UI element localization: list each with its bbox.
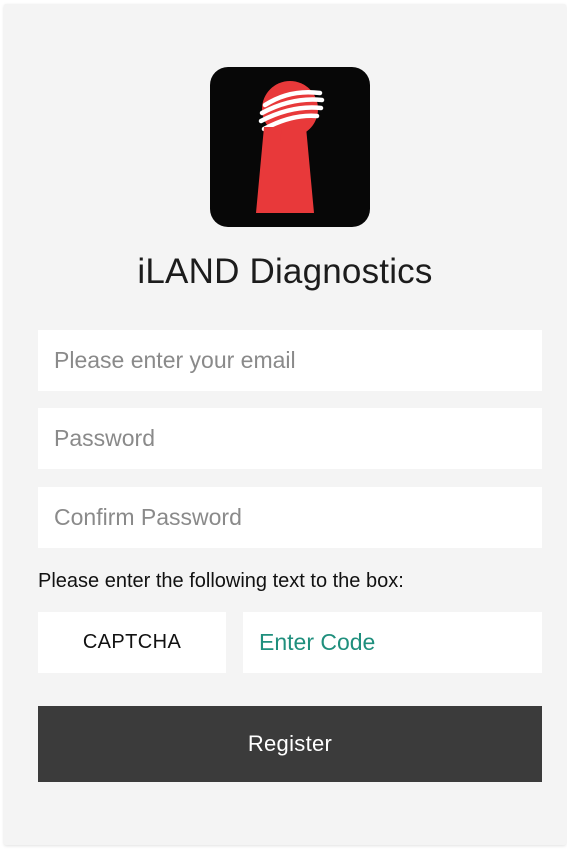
- captcha-code-input[interactable]: [243, 612, 542, 673]
- app-title: iLAND Diagnostics: [137, 252, 433, 291]
- iland-logo-icon: [210, 67, 370, 227]
- register-screen: iLAND Diagnostics Please enter the follo…: [4, 4, 566, 845]
- captcha-text: CAPTCHA: [82, 631, 182, 653]
- register-button[interactable]: Register: [38, 706, 542, 782]
- captcha-image: CAPTCHA: [38, 612, 226, 673]
- password-field[interactable]: [38, 408, 542, 469]
- captcha-prompt: Please enter the following text to the b…: [38, 570, 404, 592]
- email-field[interactable]: [38, 330, 542, 391]
- confirm-password-field[interactable]: [38, 487, 542, 548]
